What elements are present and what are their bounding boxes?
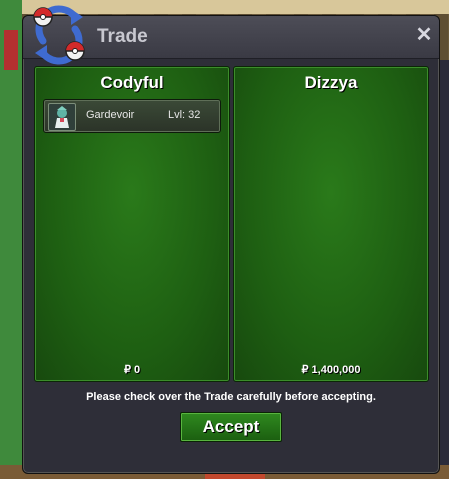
background-wall <box>4 30 18 70</box>
money-offer-right: ₽1,400,000 <box>234 363 428 376</box>
gardevoir-sprite-icon <box>48 103 76 131</box>
money-amount-left: 0 <box>133 364 141 376</box>
trade-dialog: Trade ✕ Codyful Gardevoir Lvl: 32 ₽0 Diz… <box>22 5 440 474</box>
background-tiles-left <box>0 0 22 479</box>
trade-notice: Please check over the Trade carefully be… <box>86 391 376 403</box>
money-amount-right: 1,400,000 <box>311 364 361 376</box>
accept-button[interactable]: Accept <box>180 412 282 442</box>
title-bar[interactable]: Trade ✕ <box>23 5 439 65</box>
player-name-right: Dizzya <box>304 73 358 92</box>
partner-offer-panel: Dizzya ₽1,400,000 <box>233 66 429 382</box>
close-icon[interactable]: ✕ <box>415 25 433 45</box>
dialog-title: Trade <box>97 26 148 47</box>
offered-pokemon-item[interactable]: Gardevoir Lvl: 32 <box>43 99 221 133</box>
currency-symbol-icon: ₽ <box>123 364 131 376</box>
player-name-left: Codyful <box>100 73 164 92</box>
pokemon-name: Gardevoir <box>86 109 135 121</box>
currency-symbol-icon: ₽ <box>301 364 309 376</box>
money-offer-left: ₽0 <box>35 363 229 376</box>
trade-logo-icon <box>33 5 85 65</box>
your-offer-panel: Codyful Gardevoir Lvl: 32 ₽0 <box>34 66 230 382</box>
pokemon-level: Lvl: 32 <box>168 109 201 121</box>
